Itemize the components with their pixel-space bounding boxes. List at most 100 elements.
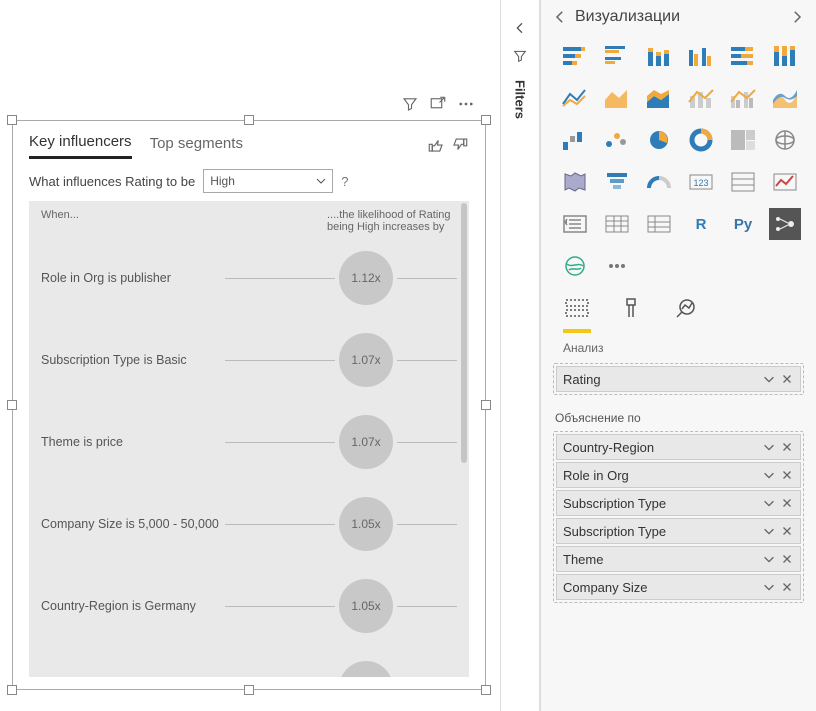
- remove-field-icon[interactable]: [780, 580, 794, 594]
- tab-key-influencers[interactable]: Key influencers: [29, 133, 132, 159]
- chevron-down-icon[interactable]: [762, 372, 776, 386]
- collapse-pane-icon[interactable]: [551, 8, 569, 26]
- viz-arcgis-icon[interactable]: [559, 250, 591, 282]
- connector-line: [225, 360, 335, 361]
- viz-waterfall-icon[interactable]: [559, 124, 591, 156]
- analytics-tab[interactable]: [671, 296, 699, 333]
- remove-field-icon[interactable]: [780, 496, 794, 510]
- influencer-value: 1.05x: [339, 579, 393, 633]
- viz-line-stacked-column-icon[interactable]: [685, 82, 717, 114]
- chevron-down-icon[interactable]: [762, 524, 776, 538]
- influencer-label: Role in Org is publisher: [41, 270, 221, 286]
- viz-100-stacked-bar-icon[interactable]: [727, 40, 759, 72]
- remove-field-icon[interactable]: [780, 524, 794, 538]
- field-chip[interactable]: Rating: [556, 366, 801, 392]
- viz-map-icon[interactable]: [769, 124, 801, 156]
- thumbs-down-icon[interactable]: [451, 136, 469, 157]
- resize-handle[interactable]: [481, 685, 491, 695]
- viz-clustered-bar-icon[interactable]: [601, 40, 633, 72]
- resize-handle[interactable]: [7, 400, 17, 410]
- influencer-label: Country-Region is Germany: [41, 598, 221, 614]
- viz-table-icon[interactable]: [601, 208, 633, 240]
- expand-pane-icon[interactable]: [788, 8, 806, 26]
- help-icon[interactable]: ?: [341, 174, 348, 189]
- explain-by-field-well[interactable]: Country-Region Role in Org Subscription …: [553, 431, 804, 603]
- visualizations-pane: Визуализации 123 R Py: [540, 0, 816, 711]
- viz-kpi-icon[interactable]: [769, 166, 801, 198]
- viz-multi-row-card-icon[interactable]: [727, 166, 759, 198]
- viz-line-icon[interactable]: [559, 82, 591, 114]
- filters-label: Filters: [513, 80, 528, 119]
- influencer-row[interactable]: Role in Org is publisher 1.12x: [29, 237, 469, 319]
- viz-python-icon[interactable]: Py: [727, 208, 759, 240]
- chevron-down-icon[interactable]: [762, 580, 776, 594]
- visual-context-toolbar: [401, 95, 475, 116]
- viz-line-clustered-column-icon[interactable]: [727, 82, 759, 114]
- field-chip[interactable]: Role in Org: [556, 462, 801, 488]
- influencer-row[interactable]: Company Size is 5,000 - 50,000 1.05x: [29, 483, 469, 565]
- tab-top-segments[interactable]: Top segments: [150, 135, 243, 158]
- viz-treemap-icon[interactable]: [727, 124, 759, 156]
- focus-mode-icon[interactable]: [429, 95, 447, 116]
- viz-100-stacked-column-icon[interactable]: [769, 40, 801, 72]
- viz-stacked-bar-icon[interactable]: [559, 40, 591, 72]
- viz-slicer-icon[interactable]: [559, 208, 591, 240]
- viz-ribbon-icon[interactable]: [769, 82, 801, 114]
- viz-area-icon[interactable]: [601, 82, 633, 114]
- viz-filled-map-icon[interactable]: [559, 166, 591, 198]
- viz-scatter-icon[interactable]: [601, 124, 633, 156]
- remove-field-icon[interactable]: [780, 468, 794, 482]
- influencer-value: 1.05x: [339, 497, 393, 551]
- filters-pane-collapsed[interactable]: Filters: [500, 0, 540, 711]
- viz-gauge-icon[interactable]: [643, 166, 675, 198]
- chevron-down-icon[interactable]: [762, 496, 776, 510]
- filter-icon[interactable]: [401, 95, 419, 116]
- fields-tab[interactable]: [563, 296, 591, 333]
- viz-funnel-icon[interactable]: [601, 166, 633, 198]
- viz-stacked-area-icon[interactable]: [643, 82, 675, 114]
- influencer-row[interactable]: Theme is price 1.07x: [29, 401, 469, 483]
- remove-field-icon[interactable]: [780, 372, 794, 386]
- influencer-row[interactable]: Subscription Type is Basic 1.07x: [29, 319, 469, 401]
- chevron-down-icon[interactable]: [762, 552, 776, 566]
- field-name: Subscription Type: [563, 524, 666, 539]
- influencer-value: 1.07x: [339, 415, 393, 469]
- thumbs-up-icon[interactable]: [427, 136, 445, 157]
- field-chip[interactable]: Theme: [556, 546, 801, 572]
- influencer-row[interactable]: Country-Region is Germany 1.05x: [29, 565, 469, 647]
- chevron-left-icon[interactable]: [512, 20, 528, 36]
- scrollbar[interactable]: [461, 203, 467, 463]
- resize-handle[interactable]: [244, 115, 254, 125]
- outcome-dropdown[interactable]: High: [203, 169, 333, 193]
- filter-icon: [512, 48, 528, 64]
- field-chip[interactable]: Country-Region: [556, 434, 801, 460]
- viz-key-influencers-icon[interactable]: [769, 208, 801, 240]
- field-chip[interactable]: Company Size: [556, 574, 801, 600]
- key-influencers-visual[interactable]: Key influencers Top segments What influe…: [12, 120, 486, 690]
- field-chip[interactable]: Subscription Type: [556, 490, 801, 516]
- viz-r-script-icon[interactable]: R: [685, 208, 717, 240]
- connector-line: [225, 524, 335, 525]
- viz-donut-icon[interactable]: [685, 124, 717, 156]
- viz-pie-icon[interactable]: [643, 124, 675, 156]
- chevron-down-icon[interactable]: [762, 468, 776, 482]
- viz-stacked-column-icon[interactable]: [643, 40, 675, 72]
- chevron-down-icon[interactable]: [762, 440, 776, 454]
- resize-handle[interactable]: [7, 685, 17, 695]
- viz-more-icon[interactable]: [601, 250, 633, 282]
- resize-handle[interactable]: [481, 115, 491, 125]
- viz-matrix-icon[interactable]: [643, 208, 675, 240]
- remove-field-icon[interactable]: [780, 552, 794, 566]
- more-options-icon[interactable]: [457, 95, 475, 116]
- viz-clustered-column-icon[interactable]: [685, 40, 717, 72]
- field-name: Company Size: [563, 580, 648, 595]
- influencer-row[interactable]: Theme is design 1.04x: [29, 647, 469, 677]
- resize-handle[interactable]: [7, 115, 17, 125]
- resize-handle[interactable]: [481, 400, 491, 410]
- analyze-field-well[interactable]: Rating: [553, 363, 804, 395]
- format-tab[interactable]: [617, 296, 645, 333]
- resize-handle[interactable]: [244, 685, 254, 695]
- field-chip[interactable]: Subscription Type: [556, 518, 801, 544]
- remove-field-icon[interactable]: [780, 440, 794, 454]
- viz-card-icon[interactable]: 123: [685, 166, 717, 198]
